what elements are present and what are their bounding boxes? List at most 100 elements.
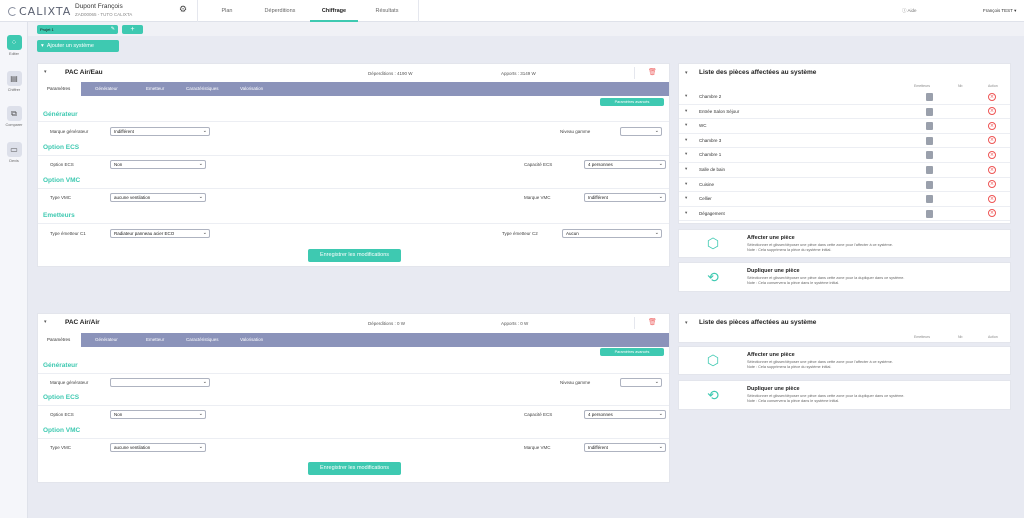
- room-row[interactable]: ▾ Salle de bain ×: [679, 163, 1010, 178]
- room-row[interactable]: ▾ Chambre 3 ×: [679, 134, 1010, 149]
- chevron-down-icon[interactable]: ▾: [685, 138, 687, 143]
- trash-icon[interactable]: 🗑: [648, 318, 657, 326]
- room-row[interactable]: ▾ Dégagement ×: [679, 207, 1010, 222]
- niveau-gamme-select[interactable]: ⌄: [620, 127, 662, 136]
- delete-circle-icon[interactable]: ×: [988, 121, 996, 130]
- save-button[interactable]: Enregistrer les modifications: [308, 249, 401, 262]
- capacite-ecs-select[interactable]: 4 personnes ⌄: [584, 410, 666, 419]
- save-button[interactable]: Enregistrer les modifications: [308, 462, 401, 475]
- delete-circle-icon[interactable]: ×: [988, 92, 996, 101]
- col-action: Action: [988, 84, 998, 88]
- advanced-params-button[interactable]: Paramètres avancés: [600, 348, 664, 356]
- tab-parametres[interactable]: Paramètres: [38, 82, 81, 96]
- marque-generateur-select[interactable]: ⌄: [110, 378, 210, 387]
- system-sub-tabs: Paramètres Générateur Emetteur Caractéri…: [38, 82, 669, 96]
- chevron-down-icon[interactable]: ▾: [685, 109, 687, 114]
- room-row[interactable]: ▾ Chambre 1 ×: [679, 148, 1010, 163]
- nav-deperditions[interactable]: Déperditions: [255, 0, 305, 22]
- gear-icon[interactable]: ⚙: [179, 5, 187, 15]
- delete-circle-icon[interactable]: ×: [988, 150, 996, 159]
- account-menu[interactable]: François TEST ▾: [983, 8, 1016, 14]
- tab-parametres[interactable]: Paramètres: [38, 333, 81, 347]
- marque-generateur-select[interactable]: Indifférent ⌄: [110, 127, 210, 136]
- pencil-icon[interactable]: ✎: [111, 25, 115, 34]
- logo-icon: [8, 7, 17, 16]
- niveau-gamme-label: Niveau gamme: [560, 129, 591, 134]
- document-icon[interactable]: [926, 122, 933, 131]
- option-ecs-select[interactable]: Non ⌄: [110, 160, 206, 169]
- chevron-down-icon[interactable]: ▾: [685, 152, 687, 157]
- room-row[interactable]: ▾ Entrée Salon Séjour ×: [679, 105, 1010, 120]
- tab-generateur[interactable]: Générateur: [95, 82, 118, 96]
- option-ecs-select[interactable]: Non ⌄: [110, 410, 206, 419]
- document-icon[interactable]: [926, 93, 933, 101]
- delete-circle-icon[interactable]: ×: [988, 209, 996, 218]
- document-icon[interactable]: [926, 107, 933, 116]
- advanced-params-button[interactable]: Paramètres avancés: [600, 98, 664, 106]
- chevron-down-icon[interactable]: ▾: [685, 167, 687, 172]
- niveau-gamme-select[interactable]: ⌄: [620, 378, 662, 387]
- duplicate-room-dropzone[interactable]: ⟲ Dupliquer une pièce Sélectionner et gl…: [678, 380, 1011, 410]
- room-row[interactable]: ▾ WC ×: [679, 119, 1010, 134]
- divider: [38, 438, 669, 439]
- calculator-icon: ▤: [6, 71, 22, 86]
- chevron-down-icon[interactable]: ▾: [685, 320, 688, 326]
- tab-emetteur[interactable]: Emetteur: [146, 333, 164, 347]
- emetteur-c2-select[interactable]: Aucun ⌄: [562, 229, 662, 238]
- chevron-down-icon[interactable]: ▾: [685, 94, 687, 99]
- nav-chiffrage[interactable]: Chiffrage: [310, 0, 358, 22]
- chevron-down-icon[interactable]: ▾: [685, 182, 687, 187]
- delete-circle-icon[interactable]: ×: [988, 165, 996, 174]
- chevron-down-icon[interactable]: ▾: [44, 69, 47, 75]
- help-link[interactable]: ⓘ Aide: [902, 8, 917, 14]
- document-icon[interactable]: [926, 151, 933, 160]
- sidebar-item-chiffrer[interactable]: ▤ Chiffrer: [0, 71, 28, 92]
- add-project-button[interactable]: +: [122, 25, 143, 34]
- type-vmc-select[interactable]: aucune ventilation ⌄: [110, 193, 206, 202]
- chevron-down-icon[interactable]: ▾: [44, 319, 47, 325]
- tab-emetteur[interactable]: Emetteur: [146, 82, 164, 96]
- chevron-down-icon[interactable]: ▾: [685, 70, 688, 76]
- document-icon[interactable]: [926, 209, 933, 218]
- document-icon[interactable]: [926, 195, 933, 204]
- add-system-button[interactable]: ▾ Ajouter un système: [37, 40, 119, 52]
- divider: [38, 121, 669, 122]
- delete-circle-icon[interactable]: ×: [988, 107, 996, 116]
- sidebar-item-devis[interactable]: ▭ Devis: [0, 142, 28, 163]
- tab-generateur[interactable]: Générateur: [95, 333, 118, 347]
- tab-projet-1[interactable]: Projet 1 ✎: [37, 25, 118, 34]
- affect-room-dropzone[interactable]: ⬡ Affecter une pièce Sélectionner et gli…: [678, 346, 1011, 375]
- delete-circle-icon[interactable]: ×: [988, 194, 996, 203]
- sidebar-item-comparer[interactable]: ⧉ Comparer: [0, 106, 28, 127]
- chevron-down-icon[interactable]: ▾: [685, 211, 687, 216]
- tab-caracteristiques[interactable]: Caractéristiques: [186, 82, 219, 96]
- room-row[interactable]: ▾ Cuisine ×: [679, 178, 1010, 193]
- type-vmc-select[interactable]: aucune ventilation ⌄: [110, 443, 206, 452]
- apports-value: Apports : 0 W: [501, 321, 529, 326]
- sidebar-item-editer[interactable]: ⁘ Editer: [0, 35, 28, 56]
- trash-icon[interactable]: 🗑: [648, 68, 657, 76]
- tab-valorisation[interactable]: Valorisation: [240, 333, 263, 347]
- room-row[interactable]: ▾ Cellier ×: [679, 192, 1010, 207]
- marque-vmc-select[interactable]: Indifférent ⌄: [584, 443, 666, 452]
- document-icon[interactable]: [926, 136, 933, 145]
- capacite-ecs-select[interactable]: 4 personnes ⌄: [584, 160, 666, 169]
- affect-room-dropzone[interactable]: ⬡ Affecter une pièce Sélectionner et gli…: [678, 229, 1011, 258]
- duplicate-room-dropzone[interactable]: ⟲ Dupliquer une pièce Sélectionner et gl…: [678, 262, 1011, 292]
- delete-circle-icon[interactable]: ×: [988, 180, 996, 189]
- duplicate-icon: ⟲: [707, 270, 719, 286]
- document-icon[interactable]: [926, 180, 933, 189]
- document-icon[interactable]: [926, 166, 933, 174]
- emetteur-c1-select[interactable]: Radiateur panneau acier ECO ⌄: [110, 229, 210, 238]
- nav-plan[interactable]: Plan: [208, 0, 246, 22]
- tab-caracteristiques[interactable]: Caractéristiques: [186, 333, 219, 347]
- chevron-down-icon[interactable]: ▾: [685, 196, 687, 201]
- delete-circle-icon[interactable]: ×: [988, 136, 996, 145]
- room-row[interactable]: ▾ Chambre 2 ×: [679, 90, 1010, 105]
- tab-valorisation[interactable]: Valorisation: [240, 82, 263, 96]
- col-nb: Nb: [958, 84, 963, 88]
- nav-resultats[interactable]: Résultats: [366, 0, 408, 22]
- rooms-panel-title: Liste des pièces affectées au système: [699, 319, 817, 326]
- marque-vmc-select[interactable]: Indifférent ⌄: [584, 193, 666, 202]
- chevron-down-icon[interactable]: ▾: [685, 123, 687, 128]
